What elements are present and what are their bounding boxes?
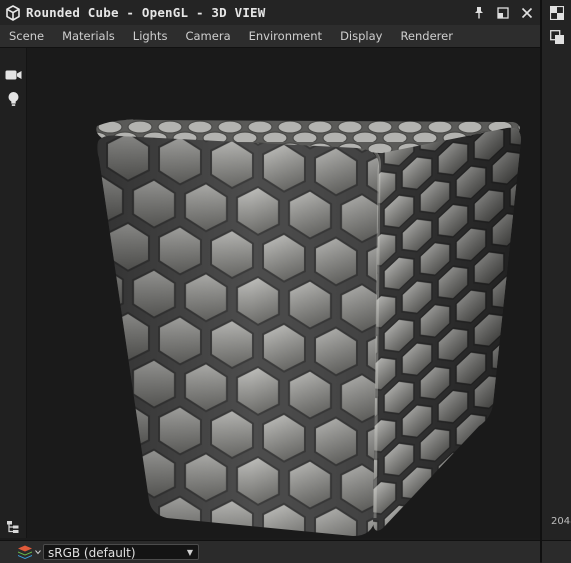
resolution-label: 2048 (551, 516, 571, 527)
maximize-icon[interactable] (496, 6, 510, 20)
bottom-bar: sRGB (default) ▼ (0, 540, 540, 563)
right-panel-footer (542, 540, 571, 563)
menu-materials[interactable]: Materials (53, 29, 124, 43)
left-toolbar (0, 48, 27, 538)
title-bar: Rounded Cube - OpenGL - 3D VIEW (0, 0, 540, 25)
camera-icon[interactable] (4, 67, 22, 83)
cube-icon (0, 0, 26, 25)
menu-camera[interactable]: Camera (176, 29, 239, 43)
menu-bar: Scene Materials Lights Camera Environmen… (0, 25, 540, 48)
menu-lights[interactable]: Lights (124, 29, 177, 43)
window-title: Rounded Cube - OpenGL - 3D VIEW (26, 5, 266, 20)
pin-icon[interactable] (472, 6, 486, 20)
rounded-cube-render (96, 119, 521, 536)
right-panel: 2048 (540, 0, 571, 563)
3d-viewport[interactable] (27, 48, 540, 538)
menu-display[interactable]: Display (331, 29, 391, 43)
dropdown-caret-icon: ▼ (186, 548, 193, 557)
menu-renderer[interactable]: Renderer (391, 29, 462, 43)
color-space-select[interactable]: sRGB (default) ▼ (43, 544, 199, 560)
hierarchy-icon[interactable] (4, 519, 22, 535)
checker-icon[interactable] (548, 4, 566, 22)
light-bulb-icon[interactable] (4, 91, 22, 107)
chevron-down-icon (35, 550, 41, 555)
layers-icon[interactable] (16, 544, 42, 560)
menu-scene[interactable]: Scene (0, 29, 53, 43)
menu-environment[interactable]: Environment (240, 29, 331, 43)
close-icon[interactable] (520, 6, 534, 20)
color-space-value: sRGB (default) (48, 546, 136, 560)
copy-window-icon[interactable] (548, 28, 566, 46)
